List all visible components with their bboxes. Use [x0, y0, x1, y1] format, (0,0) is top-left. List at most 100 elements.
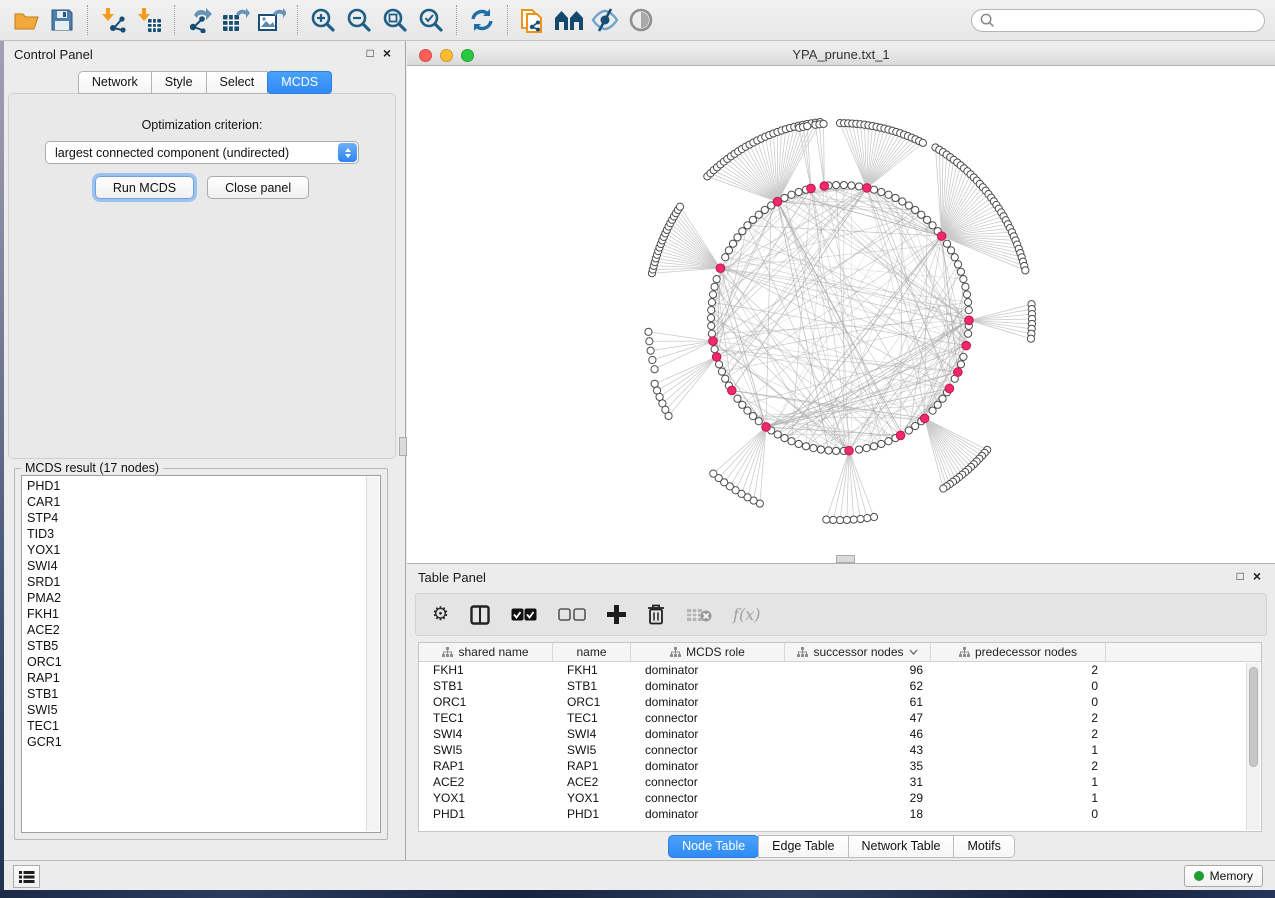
deselect-all-checkboxes-button[interactable]: [558, 608, 586, 621]
column-header-shared-name[interactable]: shared name: [419, 643, 553, 661]
import-network-button[interactable]: [95, 4, 131, 36]
memory-button[interactable]: Memory: [1184, 865, 1263, 887]
show-graphics-details-button[interactable]: [623, 4, 659, 36]
table-row[interactable]: YOX1YOX1connector291: [419, 790, 1261, 806]
network-canvas[interactable]: [407, 66, 1275, 563]
maximize-window-icon[interactable]: [461, 49, 474, 62]
table-options-button[interactable]: ⚙: [432, 605, 449, 625]
search-field[interactable]: [971, 9, 1265, 32]
column-header-successor-nodes[interactable]: successor nodes: [785, 643, 931, 661]
mcds-tab-content: Optimization criterion: largest connecte…: [8, 93, 396, 459]
network-window-titlebar[interactable]: YPA_prune.txt_1: [407, 44, 1275, 66]
splitpane-divider-grip-vertical[interactable]: [399, 437, 407, 456]
table-row[interactable]: SWI4SWI4dominator462: [419, 726, 1261, 742]
delete-table-button[interactable]: [686, 607, 712, 623]
save-session-button[interactable]: [44, 4, 80, 36]
refresh-view-button[interactable]: [464, 4, 500, 36]
tab-node-table[interactable]: Node Table: [668, 835, 759, 858]
table-cell: SWI4: [553, 726, 631, 742]
table-scrollbar-thumb[interactable]: [1249, 667, 1258, 767]
search-input[interactable]: [995, 13, 1256, 27]
column-header-MCDS-role[interactable]: MCDS role: [631, 643, 785, 661]
mcds-result-item[interactable]: GCR1: [27, 734, 380, 750]
tab-motifs[interactable]: Motifs: [953, 835, 1014, 858]
table-cell: TEC1: [553, 710, 631, 726]
delete-columns-button[interactable]: [647, 604, 665, 625]
first-neighbors-button[interactable]: [551, 4, 587, 36]
mcds-result-item[interactable]: SWI5: [27, 702, 380, 718]
tab-network[interactable]: Network: [78, 71, 152, 94]
column-type-icon: [670, 647, 681, 658]
table-row[interactable]: ORC1ORC1dominator610: [419, 694, 1261, 710]
tab-network-table[interactable]: Network Table: [848, 835, 955, 858]
tab-select[interactable]: Select: [206, 71, 269, 94]
mcds-result-item[interactable]: TEC1: [27, 718, 380, 734]
select-all-checkboxes-button[interactable]: [511, 608, 537, 621]
network-graph[interactable]: [407, 66, 1275, 563]
mcds-result-item[interactable]: STB5: [27, 638, 380, 654]
mcds-result-item[interactable]: STB1: [27, 686, 380, 702]
column-header-filler: [1106, 643, 1261, 661]
show-panels-button[interactable]: [13, 865, 40, 888]
table-cell: dominator: [631, 758, 785, 774]
close-panel-button[interactable]: Close panel: [207, 176, 309, 199]
table-cell: 29: [785, 790, 931, 806]
clone-network-button[interactable]: [515, 4, 551, 36]
table-row[interactable]: PHD1PHD1dominator180: [419, 806, 1261, 822]
function-builder-button[interactable]: f(x): [733, 605, 760, 624]
run-mcds-button[interactable]: Run MCDS: [95, 176, 194, 199]
table-row[interactable]: ACE2ACE2connector311: [419, 774, 1261, 790]
table-row[interactable]: TEC1TEC1connector472: [419, 710, 1261, 726]
hide-graphics-details-button[interactable]: [587, 4, 623, 36]
open-file-button[interactable]: [8, 4, 44, 36]
mcds-result-item[interactable]: CAR1: [27, 494, 380, 510]
mcds-result-item[interactable]: SWI4: [27, 558, 380, 574]
mcds-result-item[interactable]: PHD1: [27, 478, 380, 494]
fit-content-button[interactable]: [377, 4, 413, 36]
result-list-scrollbar[interactable]: [366, 477, 379, 831]
table-cell: 46: [785, 726, 931, 742]
table-cell: 62: [785, 678, 931, 694]
close-table-panel-icon[interactable]: ×: [1253, 569, 1261, 583]
export-image-button[interactable]: [254, 4, 290, 36]
column-header-name[interactable]: name: [553, 643, 631, 661]
fit-selected-button[interactable]: [413, 4, 449, 36]
close-panel-icon[interactable]: ×: [383, 46, 391, 60]
export-table-button[interactable]: [218, 4, 254, 36]
export-network-button[interactable]: [182, 4, 218, 36]
show-columns-button[interactable]: [470, 605, 490, 625]
float-table-panel-icon[interactable]: □: [1237, 569, 1244, 583]
tab-mcds[interactable]: MCDS: [267, 71, 332, 94]
tab-edge-table[interactable]: Edge Table: [758, 835, 848, 858]
mcds-result-item[interactable]: SRD1: [27, 574, 380, 590]
mcds-result-list[interactable]: PHD1CAR1STP4TID3YOX1SWI4SRD1PMA2FKH1ACE2…: [21, 475, 381, 833]
close-window-icon[interactable]: [419, 49, 432, 62]
mcds-result-item[interactable]: STP4: [27, 510, 380, 526]
optimization-criterion-select[interactable]: largest connected component (undirected): [45, 141, 359, 164]
mcds-result-item[interactable]: RAP1: [27, 670, 380, 686]
mcds-result-item[interactable]: FKH1: [27, 606, 380, 622]
mcds-result-item[interactable]: ORC1: [27, 654, 380, 670]
control-panel-header: Control Panel □ ×: [4, 41, 405, 67]
column-type-icon: [797, 647, 808, 658]
table-row[interactable]: STB1STB1dominator620: [419, 678, 1261, 694]
mcds-result-item[interactable]: YOX1: [27, 542, 380, 558]
table-cell: SWI5: [553, 742, 631, 758]
float-panel-icon[interactable]: □: [367, 46, 374, 60]
zoom-in-button[interactable]: [305, 4, 341, 36]
table-scrollbar[interactable]: [1246, 663, 1260, 830]
zoom-out-button[interactable]: [341, 4, 377, 36]
tab-style[interactable]: Style: [151, 71, 207, 94]
table-row[interactable]: FKH1FKH1dominator962: [419, 662, 1261, 678]
table-row[interactable]: RAP1RAP1dominator352: [419, 758, 1261, 774]
column-header-predecessor-nodes[interactable]: predecessor nodes: [931, 643, 1106, 661]
mcds-result-item[interactable]: PMA2: [27, 590, 380, 606]
mcds-result-item[interactable]: ACE2: [27, 622, 380, 638]
import-table-button[interactable]: [131, 4, 167, 36]
table-cell: 2: [931, 758, 1106, 774]
table-row[interactable]: SWI5SWI5connector431: [419, 742, 1261, 758]
splitpane-divider-grip-horizontal[interactable]: [836, 555, 855, 563]
create-column-button[interactable]: [607, 605, 626, 624]
mcds-result-item[interactable]: TID3: [27, 526, 380, 542]
minimize-window-icon[interactable]: [440, 49, 453, 62]
